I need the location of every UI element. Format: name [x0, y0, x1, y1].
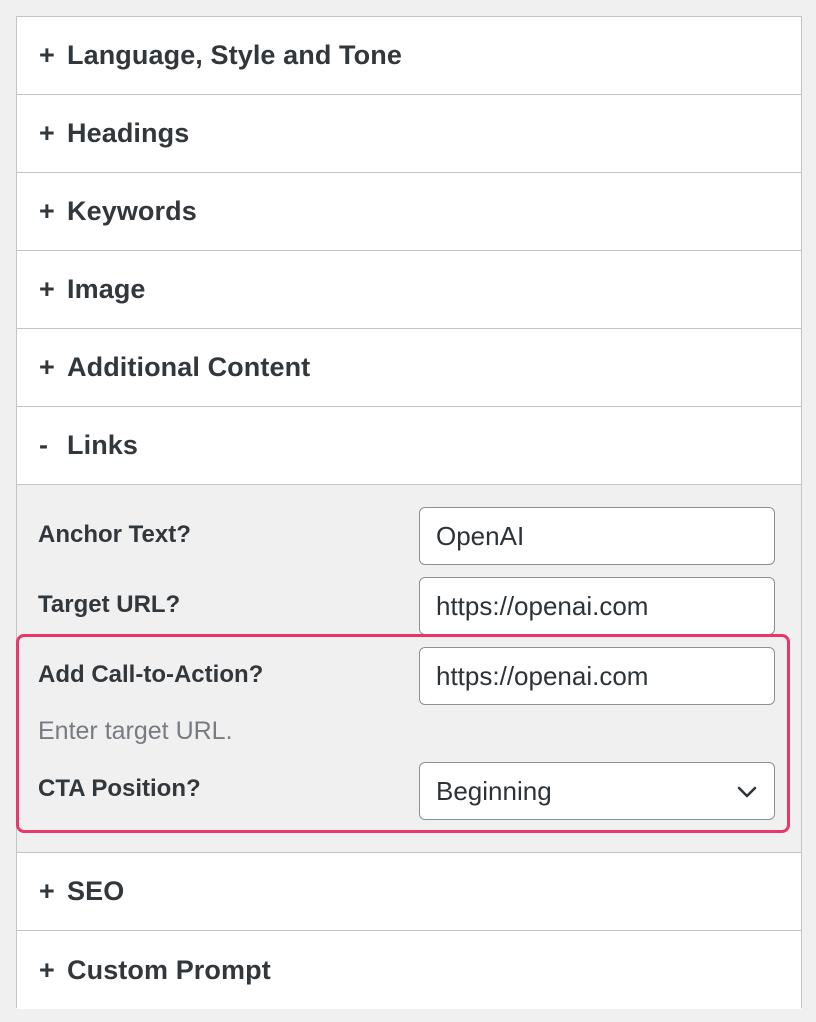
section-title: Headings — [67, 118, 190, 148]
section-keywords[interactable]: + Keywords — [17, 173, 801, 251]
section-title: Image — [67, 274, 146, 304]
cta-position-select[interactable]: Beginning — [419, 762, 775, 820]
section-image[interactable]: + Image — [17, 251, 801, 329]
cta-hint-text: Enter target URL. — [38, 717, 233, 745]
section-title: SEO — [67, 876, 125, 906]
section-additional-content[interactable]: + Additional Content — [17, 329, 801, 407]
section-language-style-tone[interactable]: + Language, Style and Tone — [17, 17, 801, 95]
section-title: Links — [67, 430, 139, 460]
section-title: Custom Prompt — [67, 954, 271, 985]
target-url-input[interactable] — [419, 577, 775, 635]
expand-toggle: + — [39, 352, 55, 382]
settings-panel: + Language, Style and Tone + Headings + … — [16, 16, 802, 1009]
section-seo[interactable]: + SEO — [17, 853, 801, 931]
section-title: Keywords — [67, 196, 197, 226]
expand-toggle: + — [39, 118, 55, 148]
target-url-label: Target URL? — [38, 591, 181, 618]
section-custom-prompt[interactable]: + Custom Prompt — [17, 931, 801, 1009]
add-cta-label: Add Call-to-Action? — [38, 661, 264, 688]
expand-toggle: + — [39, 40, 55, 70]
expand-toggle: + — [39, 954, 55, 985]
cta-position-label: CTA Position? — [38, 775, 201, 802]
chevron-down-icon — [737, 786, 757, 798]
expand-toggle: + — [39, 274, 55, 304]
expand-toggle: + — [39, 196, 55, 226]
expand-toggle: + — [39, 876, 55, 906]
cta-url-input[interactable] — [419, 647, 775, 705]
links-section-body: Anchor Text? Target URL? Add Call-to-Act… — [17, 485, 801, 853]
collapse-toggle: - — [39, 430, 48, 460]
section-title: Language, Style and Tone — [67, 40, 402, 70]
section-links[interactable]: - Links — [17, 407, 801, 485]
section-headings[interactable]: + Headings — [17, 95, 801, 173]
anchor-text-input[interactable] — [419, 507, 775, 565]
anchor-text-label: Anchor Text? — [38, 521, 191, 548]
cta-position-selected-value: Beginning — [436, 775, 552, 806]
section-title: Additional Content — [67, 352, 311, 382]
